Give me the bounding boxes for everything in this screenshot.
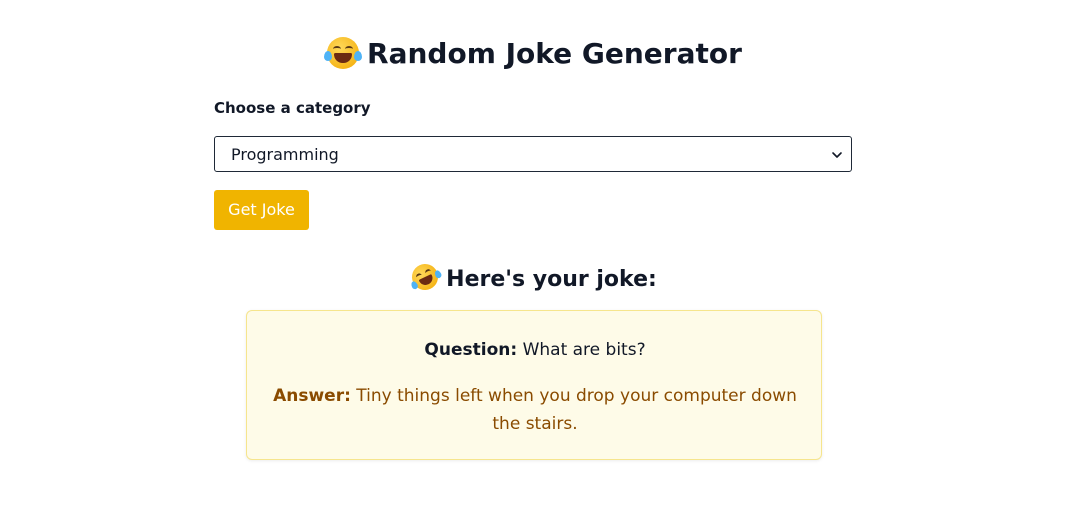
- get-joke-button[interactable]: Get Joke: [214, 190, 309, 230]
- question-label: Question:: [424, 340, 518, 360]
- rolling-laughing-emoji-icon: [407, 259, 443, 295]
- joke-card: Question: What are bits? Answer: Tiny th…: [246, 310, 822, 460]
- joke-heading: Here's your joke:: [0, 259, 1069, 295]
- answer-label: Answer:: [273, 386, 351, 406]
- laughing-tears-emoji-icon: [324, 37, 363, 69]
- page-title: Random Joke Generator: [0, 36, 1069, 72]
- category-label: Choose a category: [214, 99, 371, 117]
- category-select-value: Programming: [231, 145, 339, 164]
- answer-text: Tiny things left when you drop your comp…: [356, 386, 797, 434]
- question-text: What are bits?: [522, 340, 646, 360]
- joke-question: Question: What are bits?: [247, 340, 823, 360]
- joke-heading-text: Here's your joke:: [446, 267, 657, 292]
- chevron-down-icon: [832, 152, 842, 158]
- category-select[interactable]: Programming: [214, 136, 852, 172]
- joke-answer: Answer: Tiny things left when you drop y…: [271, 382, 799, 438]
- page-title-text: Random Joke Generator: [367, 37, 742, 70]
